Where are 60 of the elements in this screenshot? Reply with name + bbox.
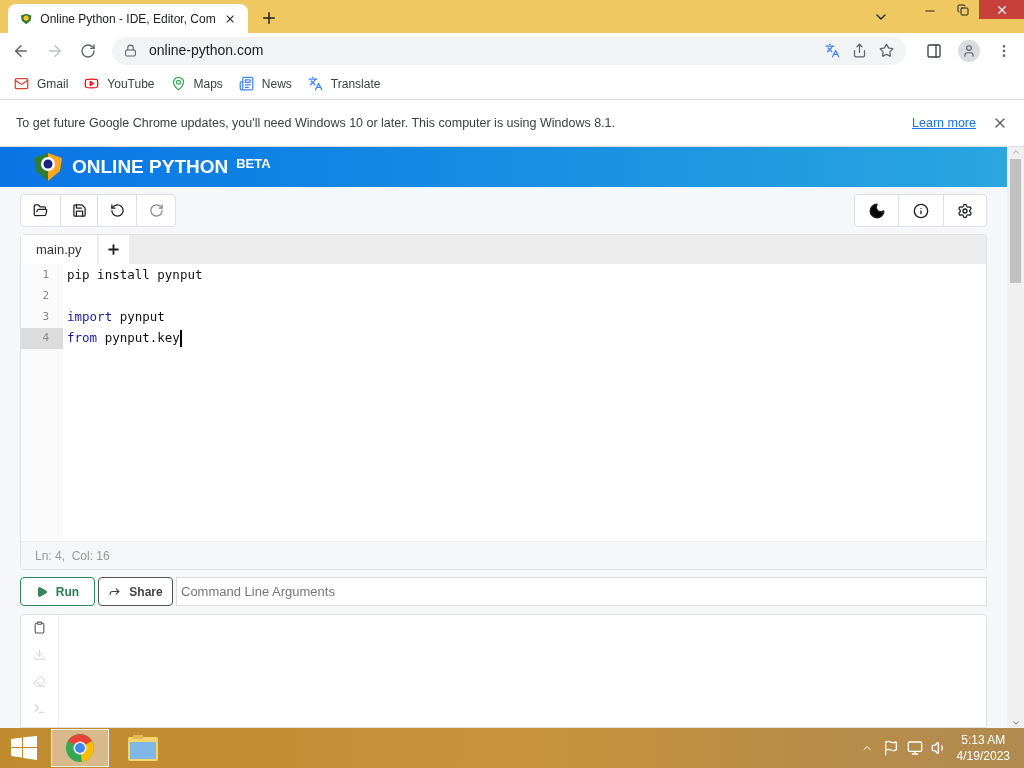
moon-icon [867, 201, 886, 220]
undo-icon [109, 203, 125, 218]
side-panel-icon[interactable] [926, 42, 942, 59]
code-line: import pynput [67, 308, 165, 327]
monitor-icon[interactable] [906, 740, 923, 756]
text-cursor [179, 330, 182, 347]
code-line: from pynput.key [67, 329, 180, 348]
play-icon [84, 76, 100, 91]
beta-label: BETA [236, 155, 271, 173]
update-message: To get future Google Chrome updates, you'll need Windows 10 or later. This computer is using Windows 8.1. [16, 114, 616, 132]
scrollbar-thumb[interactable] [1010, 159, 1021, 283]
address-bar[interactable]: online-python.com [112, 36, 906, 65]
bookmark-link[interactable]: News [238, 74, 292, 93]
new-tab-icon[interactable] [260, 9, 278, 27]
arguments-field[interactable]: Command Line Arguments [176, 577, 987, 606]
line-number: 1 [41, 267, 50, 284]
map-pin-icon [170, 76, 186, 91]
bookmark-link[interactable]: YouTube [84, 74, 155, 93]
bookmark-link[interactable]: Maps [170, 74, 223, 93]
run-button[interactable]: Run [20, 577, 95, 606]
star-icon[interactable] [879, 43, 894, 58]
add-file-button[interactable] [98, 235, 129, 264]
line-number: 4 [21, 328, 63, 349]
share-icon[interactable] [852, 43, 867, 58]
reload-icon[interactable] [80, 42, 96, 59]
chrome-logo [65, 733, 95, 763]
scroll-down-icon[interactable] [1010, 718, 1021, 728]
translate-icon [307, 76, 323, 91]
flag-icon[interactable] [882, 740, 899, 756]
url-text: online-python.com [149, 41, 264, 60]
settings-icon [957, 202, 973, 219]
line-number: 3 [41, 309, 50, 326]
learn-more-link[interactable]: Learn more [912, 113, 976, 133]
lock-icon [124, 44, 137, 57]
tab-title: Online Python - IDE, Editor, Com [40, 10, 216, 28]
file-tab[interactable]: main.py [21, 235, 97, 264]
share-button[interactable]: Share [98, 577, 173, 606]
share-arrow-icon [108, 585, 122, 598]
newspaper-icon [238, 76, 254, 91]
shield-logo-icon [32, 151, 64, 183]
site-title: ONLINE PYTHON [72, 154, 229, 179]
redo-icon [148, 203, 164, 218]
browser-tab[interactable]: Online Python - IDE, Editor, Com [8, 4, 248, 33]
line-number: 2 [41, 288, 50, 305]
folder-icon [33, 203, 48, 218]
bookmark-link[interactable]: Translate [307, 74, 381, 93]
restore-icon[interactable] [957, 4, 969, 16]
person-icon [962, 43, 976, 58]
mail-icon [14, 76, 29, 91]
plus-icon [106, 242, 122, 257]
shield-logo-icon [20, 11, 33, 26]
play-icon [35, 585, 48, 598]
chrome-taskbar-button[interactable] [51, 729, 109, 767]
info-icon [913, 202, 929, 219]
profile-avatar[interactable] [958, 39, 980, 62]
clipboard-icon[interactable] [33, 621, 46, 634]
bookmark-link[interactable]: Gmail [14, 74, 69, 93]
windows-start-icon[interactable] [11, 736, 37, 760]
code-line: pip install pynput [67, 266, 203, 285]
cursor-position: Ln: 4, Col: 16 [35, 547, 110, 565]
